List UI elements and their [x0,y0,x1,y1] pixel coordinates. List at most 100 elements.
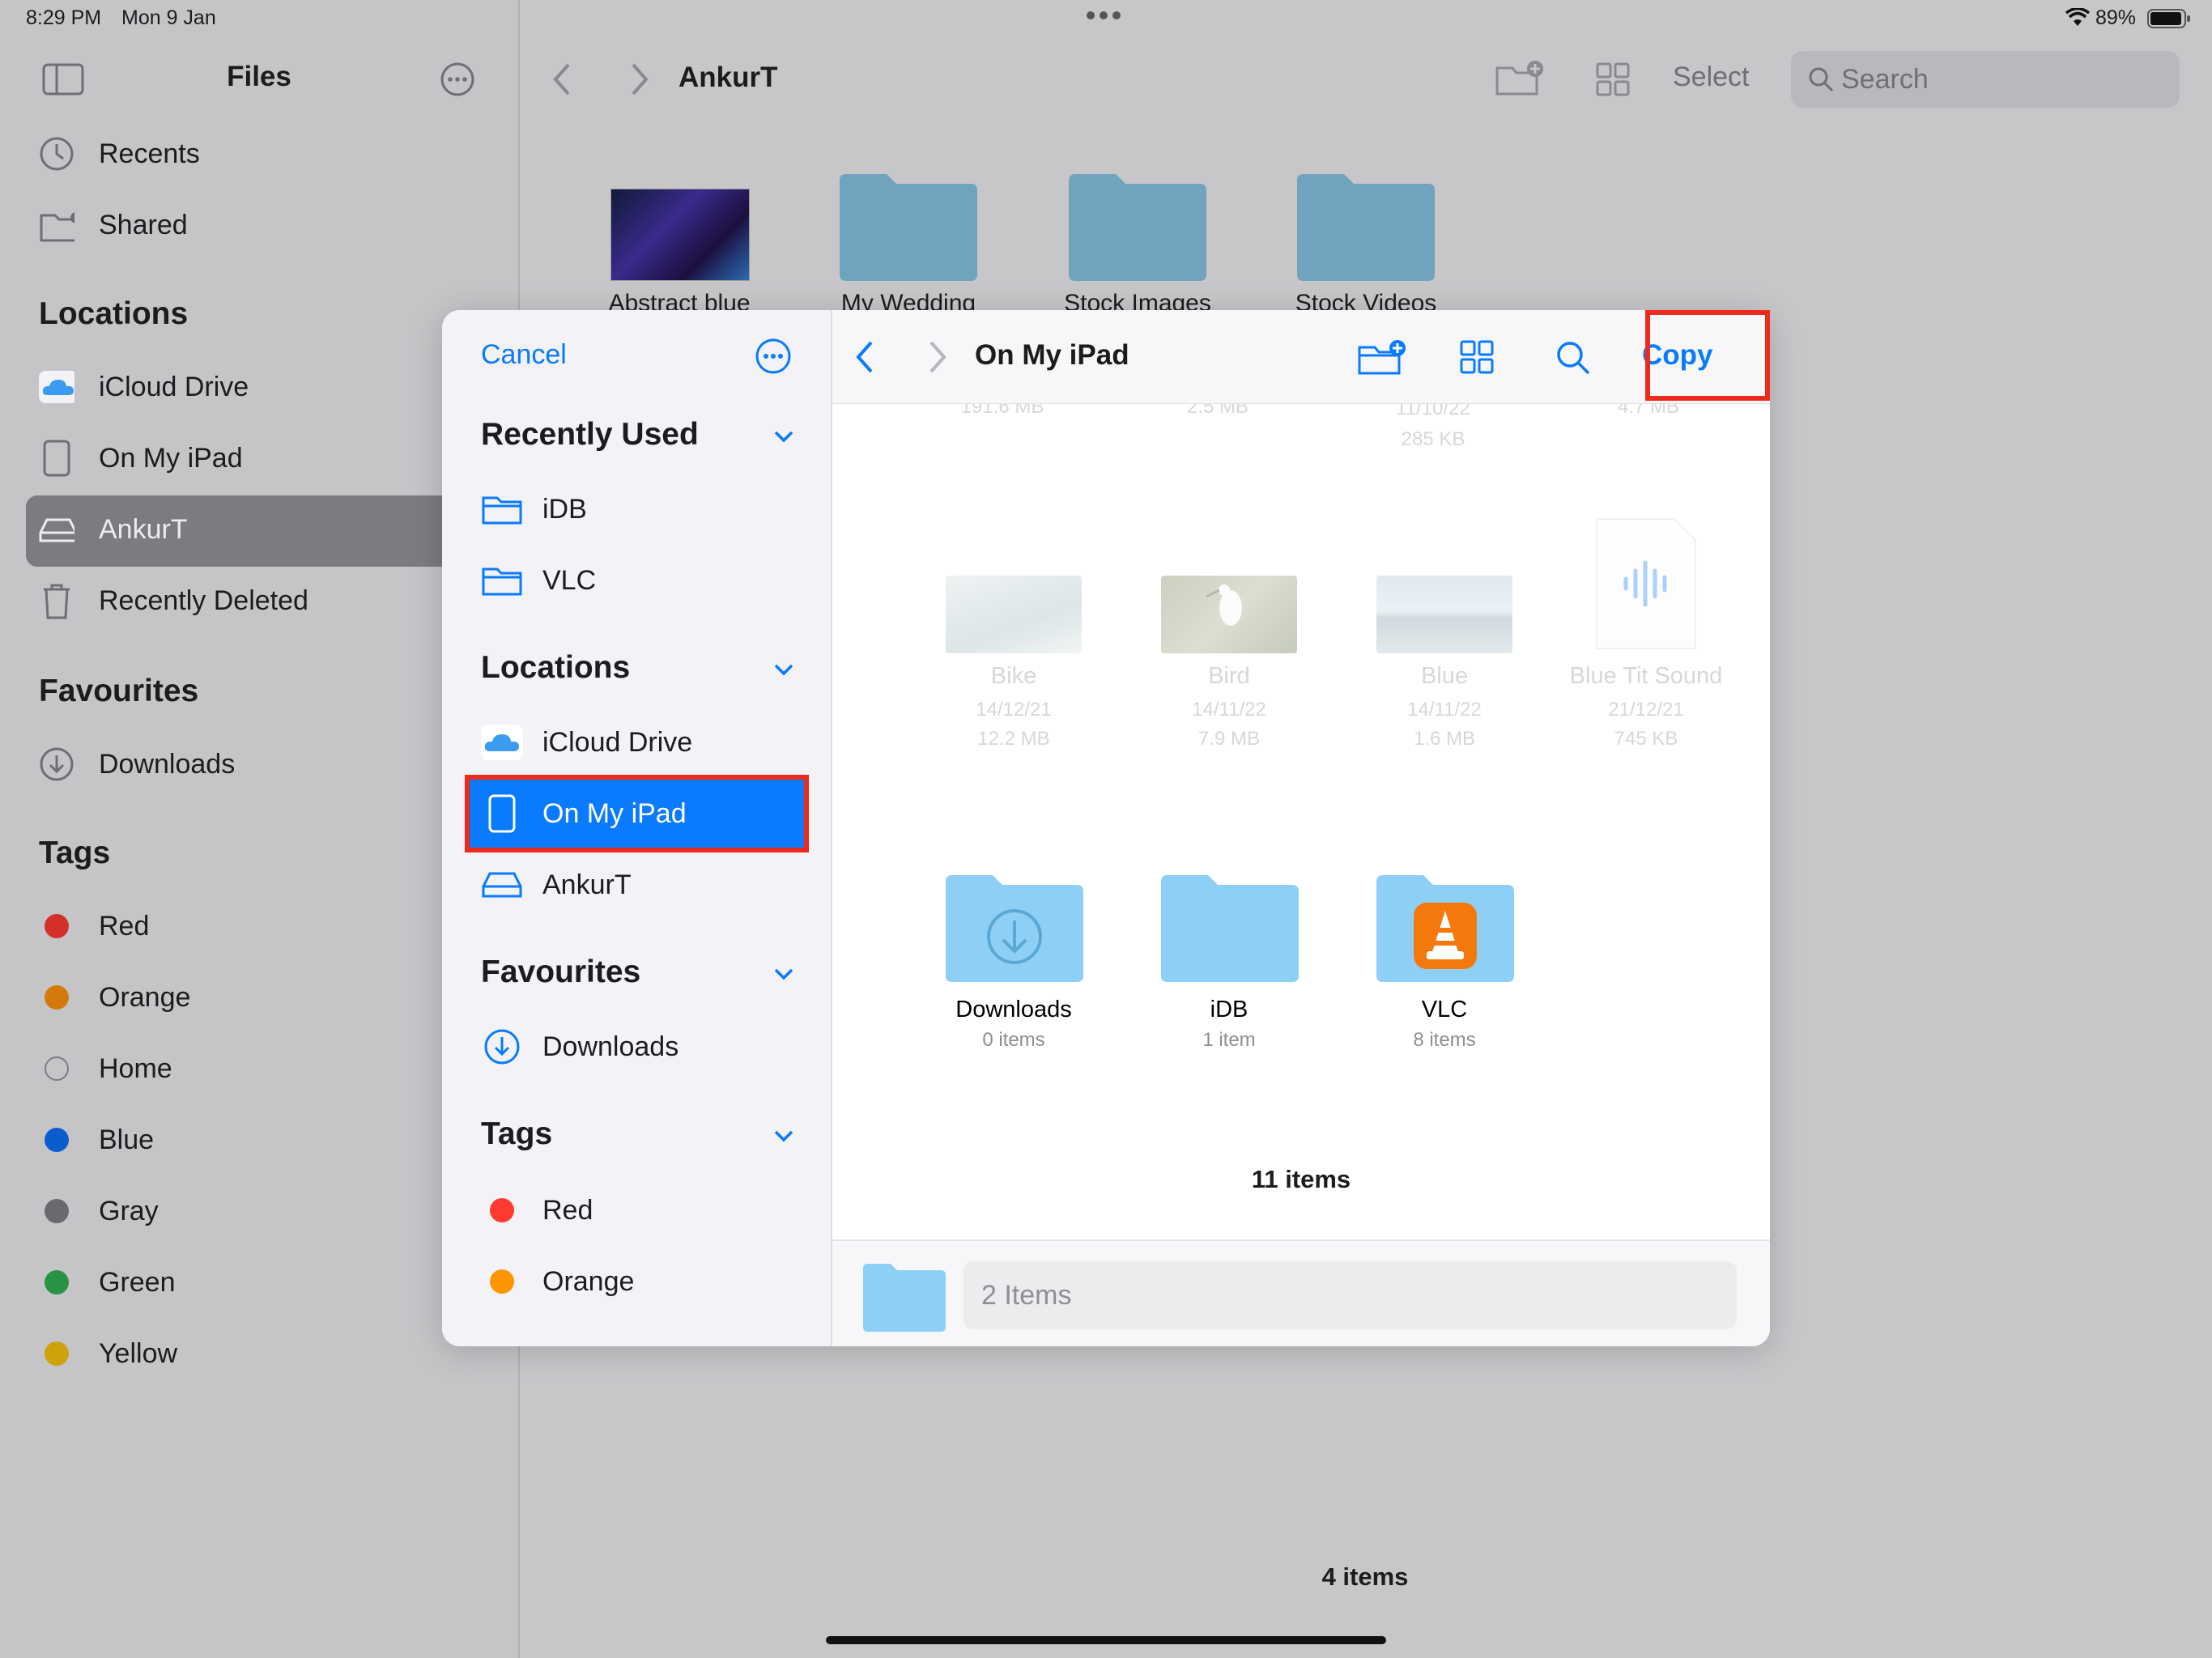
sidebar-item-label: AnkurT [99,513,188,545]
sidebar-item-recents[interactable]: Recents [39,136,200,172]
new-folder-icon[interactable] [1495,58,1545,101]
audio-file-icon[interactable] [1593,516,1699,652]
sidebar-item-label: iCloud Drive [99,371,249,402]
file-size: 745 KB [1614,728,1678,750]
forward-icon[interactable] [628,62,651,101]
picker-item-label: Downloads [542,1031,679,1062]
more-options-icon[interactable] [755,338,792,379]
tag-dot-icon [45,1056,69,1081]
tag-dot-icon [490,1198,514,1222]
file-size: 12.2 MB [977,728,1050,750]
forward-icon[interactable] [926,339,949,379]
back-icon[interactable] [551,62,573,101]
chevron-down-icon[interactable] [772,963,795,985]
picker-sidebar: Cancel Recently Used iDB VLC Locations i… [442,310,832,1346]
chevron-down-icon[interactable] [772,658,795,681]
sidebar-item-on-my-ipad[interactable]: On My iPad [39,440,243,477]
sidebar-item-label: On My iPad [99,442,243,474]
image-thumbnail[interactable] [1376,576,1512,653]
tags-heading: Tags [481,1116,553,1151]
trash-icon [39,583,74,619]
downloads-folder-icon[interactable] [946,874,1083,986]
image-thumbnail[interactable] [946,576,1082,653]
vlc-folder-icon[interactable] [1376,874,1514,986]
chevron-down-icon[interactable] [772,425,795,448]
file-name: Bird [1208,663,1250,689]
sidebar-item-recently-deleted[interactable]: Recently Deleted [39,583,308,619]
sidebar-item-shared[interactable]: Shared [39,207,188,243]
search-placeholder: Search [1841,64,1929,95]
picker-tag-orange[interactable]: Orange [481,1262,634,1301]
folder-count: 1 item [1202,1029,1256,1051]
ipad-icon [481,794,523,833]
sidebar-item-label: Recently Deleted [99,585,308,616]
back-icon[interactable] [853,339,876,379]
sidebar-item-downloads[interactable]: Downloads [39,746,235,782]
search-icon[interactable] [1555,339,1592,380]
select-button[interactable]: Select [1673,62,1750,93]
picker-item-icloud-drive[interactable]: iCloud Drive [481,723,692,762]
chevron-down-icon[interactable] [772,1124,795,1147]
sidebar-item-icloud-drive[interactable]: iCloud Drive [39,369,249,405]
location-picker-modal: Cancel Recently Used iDB VLC Locations i… [442,310,1770,1346]
grid-view-icon[interactable] [1595,62,1631,101]
tag-dot-icon [45,1341,69,1366]
picker-item-on-my-ipad[interactable]: On My iPad [481,794,687,833]
sidebar-tag-red[interactable]: Red [39,908,149,944]
ipad-icon [39,440,74,477]
search-field[interactable]: Search [1791,51,2180,108]
picker-item-label: On My iPad [542,797,687,829]
picker-tag-red[interactable]: Red [481,1191,593,1230]
sidebar-tag-home[interactable]: Home [39,1051,172,1086]
multitasking-dots-icon[interactable] [1085,10,1122,25]
clock-icon [39,136,74,172]
sidebar-tag-green[interactable]: Green [39,1265,176,1300]
background-item-count: 4 items [1321,1562,1409,1591]
folder-icon [481,490,523,529]
items-name-field[interactable]: 2 Items [963,1261,1737,1329]
sidebar-favourites-heading: Favourites [39,674,199,708]
tag-label: Yellow [99,1337,178,1369]
sidebar-item-ankurt[interactable]: AnkurT [39,512,188,547]
sidebar-tag-yellow[interactable]: Yellow [39,1336,177,1371]
file-thumbnail[interactable] [610,189,750,281]
sidebar-locations-heading: Locations [39,296,189,331]
cancel-button[interactable]: Cancel [481,339,567,371]
sidebar-tag-orange[interactable]: Orange [39,980,190,1015]
file-date: 21/12/21 [1608,699,1684,721]
picker-item-vlc[interactable]: VLC [481,561,596,600]
picker-item-label: Orange [542,1265,635,1297]
favourites-heading: Favourites [481,954,641,989]
picker-item-label: AnkurT [542,869,632,900]
picker-item-ankurt[interactable]: AnkurT [481,865,632,904]
tag-label: Gray [99,1195,159,1226]
sidebar-item-label: Shared [99,209,188,240]
folder-icon[interactable] [1297,172,1435,281]
home-indicator[interactable] [826,1636,1386,1644]
folder-icon[interactable] [1069,172,1206,281]
new-folder-icon[interactable] [1357,338,1407,380]
copy-highlight-box [1645,310,1770,401]
drive-icon [481,865,523,904]
file-name: Bike [990,663,1037,689]
sidebar-more-icon[interactable] [440,62,475,101]
file-size: 7.9 MB [1197,728,1261,750]
folder-icon[interactable] [1161,874,1299,986]
folder-name: VLC [1421,997,1468,1022]
picker-item-idb[interactable]: iDB [481,490,587,529]
tag-label: Blue [99,1124,155,1155]
picker-content: 191.6 MB 2.5 MB 11/10/22 285 KB 4.7 MB B… [832,310,1770,1346]
picker-item-count: 11 items [1251,1165,1351,1193]
picker-item-label: iDB [542,493,587,525]
sidebar-tag-gray[interactable]: Gray [39,1193,159,1229]
folder-name: Downloads [955,997,1072,1022]
image-thumbnail[interactable] [1161,576,1297,653]
sidebar-item-label: Downloads [99,748,236,780]
sidebar-tag-blue[interactable]: Blue [39,1122,154,1158]
recently-used-heading: Recently Used [481,417,699,452]
tag-label: Orange [99,981,191,1013]
picker-item-downloads[interactable]: Downloads [481,1027,678,1066]
tag-label: Home [99,1052,172,1084]
grid-view-icon[interactable] [1459,339,1495,379]
folder-icon[interactable] [840,172,977,281]
